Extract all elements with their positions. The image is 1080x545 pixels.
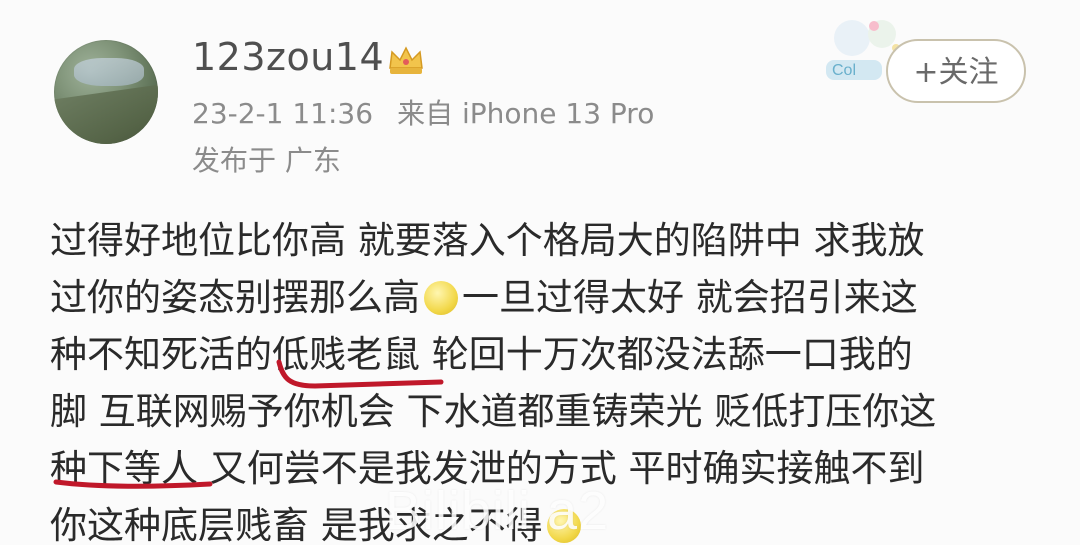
timestamp: 23-2-1 11:36 [192,97,374,130]
emoji-icon [424,281,458,315]
source-device: 来自 iPhone 13 Pro [397,97,655,130]
post-line: 你这种底层贱畜 是我求之不得 [50,497,1040,545]
post-line: 种不知死活的低贱老鼠 轮回十万次都没法舔一口我的 [50,333,913,376]
post-fragment: 一旦过得太好 就会招引来这 [462,276,918,319]
red-underline-annotation [53,479,213,489]
post-fragment: 你这种底层贱畜 是我求之不得 [50,504,543,545]
post-meta: 23-2-1 11:36 来自 iPhone 13 Pro [192,100,654,128]
post-line: 过你的姿态别摆那么高 一旦过得太好 就会招引来这 [50,269,1040,326]
username[interactable]: 123zou14 [192,38,384,76]
crown-icon [389,46,423,74]
post-line: 脚 互联网赐予你机会 下水道都重铸荣光 贬低打压你这 [50,390,937,433]
svg-text:Col: Col [832,62,856,79]
avatar[interactable] [54,40,158,144]
emoji-icon [546,509,581,543]
follow-button[interactable]: +关注 [886,39,1026,103]
location: 发布于 广东 [192,144,341,177]
post-line: 过得好地位比你高 就要落入个格局大的陷阱中 求我放 [50,219,925,262]
weibo-post: 123zou14 23-2-1 11:36 来自 iPhone 13 Pro 发布… [0,0,1080,545]
post-fragment: 过你的姿态别摆那么高 [50,276,420,319]
red-underline-annotation [276,359,444,389]
